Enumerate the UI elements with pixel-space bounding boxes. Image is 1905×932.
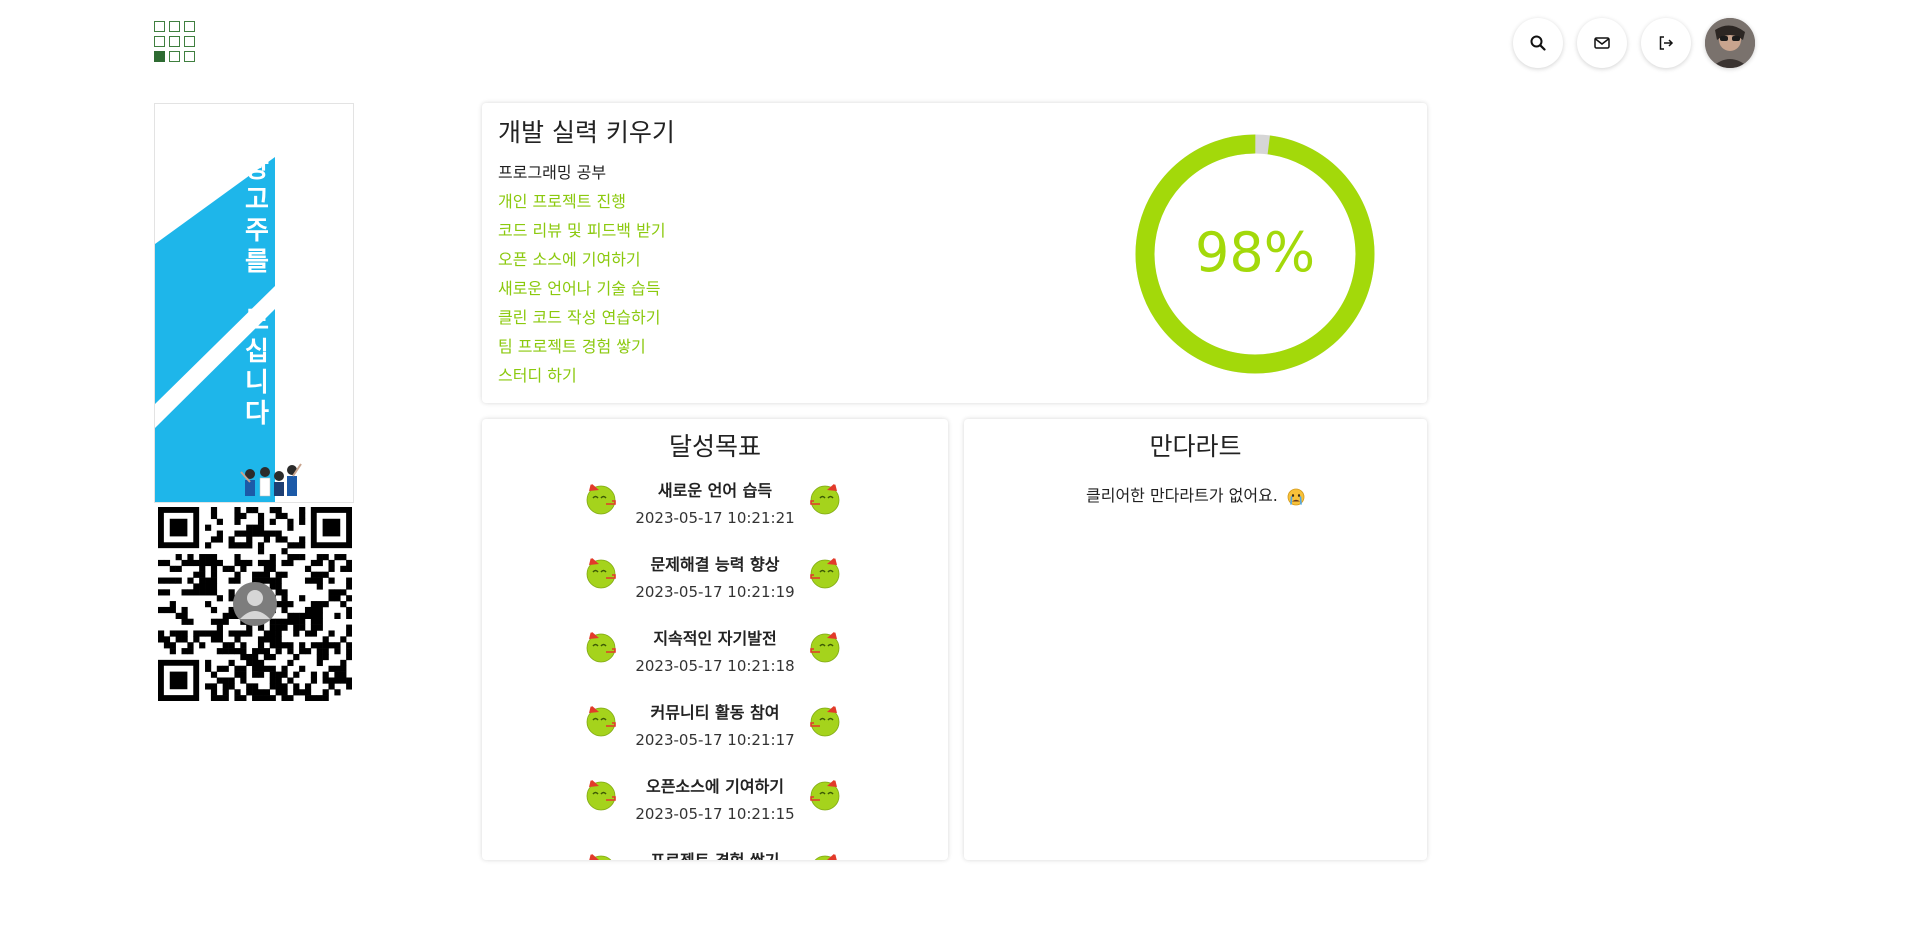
- achieved-goals-card: 달성목표 새로운 언어 습득 2023-05-17 10:21:21 문제해결 능…: [482, 419, 948, 860]
- party-face-icon: [804, 847, 844, 860]
- party-face-icon: [582, 551, 622, 591]
- task-item[interactable]: 오픈 소스에 기여하기: [498, 245, 666, 274]
- task-list: 프로그래밍 공부 개인 프로젝트 진행 코드 리뷰 및 피드백 받기 오픈 소스…: [498, 158, 666, 390]
- goal-name: 커뮤니티 활동 참여: [650, 703, 780, 722]
- empty-message: 클리어한 만다라트가 없어요.: [964, 482, 1427, 506]
- party-face-icon: [582, 773, 622, 813]
- party-face-icon: [804, 625, 844, 665]
- achieved-goals-list: 새로운 언어 습득 2023-05-17 10:21:21 문제해결 능력 향상 2…: [482, 475, 948, 860]
- party-face-icon: [804, 773, 844, 813]
- crying-face-icon: [1287, 488, 1305, 505]
- party-face-icon: [582, 699, 622, 739]
- party-face-icon: [804, 477, 844, 517]
- goal-name: 새로운 언어 습득: [657, 481, 773, 500]
- goal-name: 오픈소스에 기여하기: [645, 777, 785, 796]
- mandalart-card: 만다라트 클리어한 만다라트가 없어요.: [964, 419, 1427, 860]
- task-item[interactable]: 팀 프로젝트 경험 쌓기: [498, 332, 666, 361]
- task-item[interactable]: 새로운 언어나 기술 습득: [498, 274, 666, 303]
- goal-date: 2023-05-17 10:21:21: [635, 509, 795, 527]
- task-item[interactable]: 코드 리뷰 및 피드백 받기: [498, 216, 666, 245]
- goal-date: 2023-05-17 10:21:18: [635, 657, 795, 675]
- goal-name: 지속적인 자기발전: [653, 629, 777, 648]
- goal-date: 2023-05-17 10:21:17: [635, 731, 795, 749]
- achieved-goals-title: 달성목표: [668, 432, 761, 461]
- goal-date: 2023-05-17 10:21:19: [635, 583, 795, 601]
- party-face-icon: [804, 551, 844, 591]
- ad-banner[interactable]: 광고주를 모십니다: [154, 103, 354, 503]
- task-item[interactable]: 클린 코드 작성 연습하기: [498, 303, 666, 332]
- goal-date: 2023-05-17 10:21:15: [635, 805, 795, 823]
- grid-logo-icon[interactable]: [154, 21, 198, 65]
- progress-label: 98%: [1195, 221, 1315, 284]
- party-face-icon: [582, 477, 622, 517]
- goal-item[interactable]: 문제해결 능력 향상 2023-05-17 10:21:19: [482, 549, 948, 623]
- mail-icon: [1594, 37, 1610, 49]
- logout-button[interactable]: [1641, 18, 1691, 68]
- main-goal-title: 개발 실력 키우기: [498, 118, 675, 147]
- logout-icon: [1659, 36, 1674, 50]
- party-face-icon: [582, 847, 622, 860]
- party-face-icon: [804, 699, 844, 739]
- user-avatar[interactable]: [1705, 18, 1755, 68]
- search-icon: [1530, 35, 1546, 51]
- party-face-icon: [582, 625, 622, 665]
- goal-item[interactable]: 커뮤니티 활동 참여 2023-05-17 10:21:17: [482, 697, 948, 771]
- goal-name: 프로젝트 경험 쌓기: [482, 845, 948, 860]
- progress-ring: 98%: [1135, 134, 1375, 374]
- goal-name: 문제해결 능력 향상: [650, 555, 780, 574]
- goal-item[interactable]: 새로운 언어 습득 2023-05-17 10:21:21: [482, 475, 948, 549]
- mail-button[interactable]: [1577, 18, 1627, 68]
- task-item[interactable]: 스터디 하기: [498, 361, 666, 390]
- task-item[interactable]: 프로그래밍 공부: [498, 158, 666, 187]
- task-item[interactable]: 개인 프로젝트 진행: [498, 187, 666, 216]
- goal-card: 개발 실력 키우기 프로그래밍 공부 개인 프로젝트 진행 코드 리뷰 및 피드…: [482, 103, 1427, 403]
- mandalart-title: 만다라트: [1149, 432, 1242, 461]
- goal-item[interactable]: 지속적인 자기발전 2023-05-17 10:21:18: [482, 623, 948, 697]
- ad-column: 광고주를 모십니다: [154, 103, 354, 703]
- search-button[interactable]: [1513, 18, 1563, 68]
- goal-item[interactable]: 프로젝트 경험 쌓기: [482, 845, 948, 860]
- ad-text: 광고주를 모십니다: [245, 154, 269, 429]
- goal-item[interactable]: 오픈소스에 기여하기 2023-05-17 10:21:15: [482, 771, 948, 845]
- qr-code[interactable]: [158, 507, 353, 702]
